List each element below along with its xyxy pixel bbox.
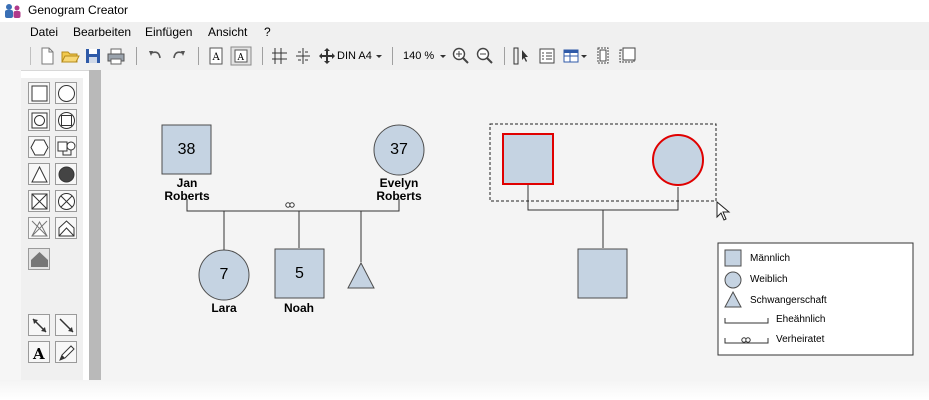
legend-label-married: Verheiratet xyxy=(776,334,825,345)
jan-age: 38 xyxy=(177,141,196,158)
evelyn-age: 37 xyxy=(390,141,408,158)
jan-name: Jan Roberts xyxy=(164,176,210,203)
legend-label-partnership: Eheähnlich xyxy=(776,314,826,325)
legend-female-symbol xyxy=(724,271,742,289)
legend-label-pregnancy: Schwangerschaft xyxy=(750,295,827,306)
legend-label-male: Männlich xyxy=(750,253,791,264)
legend-male-symbol xyxy=(724,249,742,267)
node-pregnancy xyxy=(347,261,375,289)
married-symbol xyxy=(285,202,295,208)
node-selected-male xyxy=(502,133,554,185)
mouse-cursor-icon xyxy=(716,200,731,221)
lara-name: Lara xyxy=(211,301,237,315)
node-selected-female xyxy=(652,134,704,186)
noah-name: Noah xyxy=(284,301,314,315)
lara-age: 7 xyxy=(219,266,229,283)
legend-label-female: Weiblich xyxy=(750,274,788,285)
noah-age: 5 xyxy=(295,265,304,282)
node-child-male xyxy=(577,248,628,299)
evelyn-name: Evelyn Roberts xyxy=(376,176,422,203)
